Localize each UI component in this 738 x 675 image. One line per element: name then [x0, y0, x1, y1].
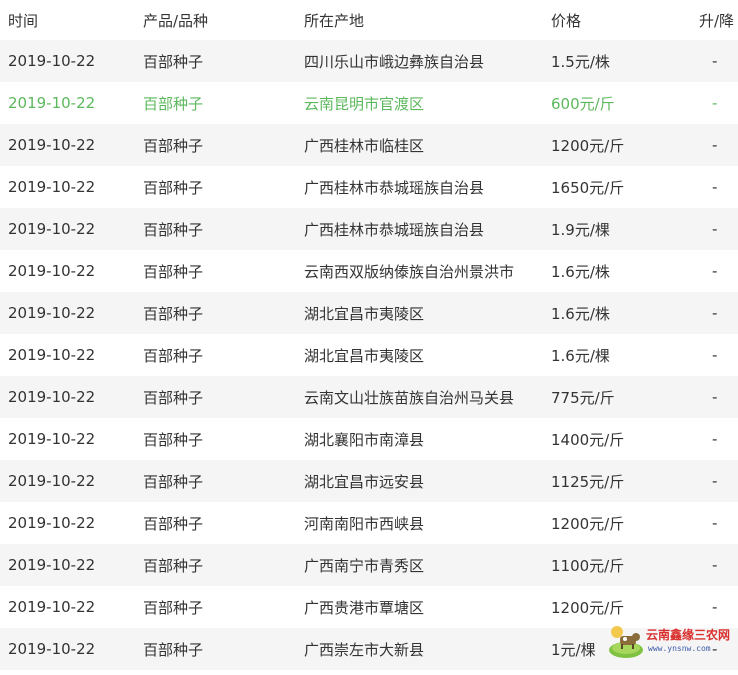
- row-time: 2019-10-22: [8, 556, 96, 574]
- row-location: 广西贵港市覃塘区: [304, 598, 425, 617]
- row-change: -: [712, 556, 718, 574]
- row-location: 湖北宜昌市夷陵区: [304, 304, 425, 323]
- row-location: 广西桂林市恭城瑶族自治县: [304, 178, 485, 197]
- row-change: -: [712, 388, 718, 406]
- table-header: 时间 产品/品种 所在产地 价格 升/降: [0, 0, 738, 40]
- row-change: -: [712, 178, 718, 196]
- row-change: -: [712, 94, 718, 112]
- row-price: 1.9元/棵: [551, 220, 610, 239]
- row-location: 广西南宁市青秀区: [304, 556, 425, 575]
- row-time: 2019-10-22: [8, 136, 96, 154]
- row-time: 2019-10-22: [8, 220, 96, 238]
- row-change: -: [712, 262, 718, 280]
- row-product: 百部种子: [143, 52, 204, 71]
- row-location: 广西桂林市恭城瑶族自治县: [304, 220, 485, 239]
- row-change: -: [712, 220, 718, 238]
- header-time: 时间: [8, 11, 39, 30]
- row-product: 百部种子: [143, 598, 204, 617]
- table-row[interactable]: 2019-10-22 百部种子 广西桂林市恭城瑶族自治县 1650元/斤 -: [0, 166, 738, 208]
- cow-in-field-logo-icon: [609, 626, 643, 658]
- row-time: 2019-10-22: [8, 94, 96, 112]
- row-location: 湖北宜昌市夷陵区: [304, 346, 425, 365]
- table-row[interactable]: 2019-10-22 百部种子 湖北宜昌市夷陵区 1.6元/株 -: [0, 292, 738, 334]
- header-product: 产品/品种: [143, 11, 209, 30]
- row-change: -: [712, 346, 718, 364]
- row-product: 百部种子: [143, 178, 204, 197]
- row-location: 河南南阳市西峡县: [304, 514, 425, 533]
- row-change: -: [712, 304, 718, 322]
- row-product: 百部种子: [143, 430, 204, 449]
- row-price: 1125元/斤: [551, 472, 625, 491]
- row-product: 百部种子: [143, 304, 204, 323]
- row-price: 1元/棵: [551, 640, 596, 659]
- row-change: -: [712, 430, 718, 448]
- row-product: 百部种子: [143, 640, 204, 659]
- table-row[interactable]: 2019-10-22 百部种子 湖北襄阳市南漳县 1400元/斤 -: [0, 418, 738, 460]
- row-product: 百部种子: [143, 346, 204, 365]
- row-product: 百部种子: [143, 472, 204, 491]
- row-product: 百部种子: [143, 220, 204, 239]
- row-location: 广西桂林市临桂区: [304, 136, 425, 155]
- row-price: 1.6元/株: [551, 262, 610, 281]
- table-row[interactable]: 2019-10-22 百部种子 云南昆明市官渡区 600元/斤 -: [0, 82, 738, 124]
- row-location: 云南西双版纳傣族自治州景洪市: [304, 262, 515, 281]
- row-time: 2019-10-22: [8, 52, 96, 70]
- table-row[interactable]: 2019-10-22 百部种子 广西桂林市恭城瑶族自治县 1.9元/棵 -: [0, 208, 738, 250]
- header-price: 价格: [551, 11, 582, 30]
- row-price: 1200元/斤: [551, 514, 625, 533]
- row-change: -: [712, 136, 718, 154]
- watermark-url: www.ynsnw.com: [648, 644, 711, 653]
- row-product: 百部种子: [143, 514, 204, 533]
- row-location: 云南昆明市官渡区: [304, 94, 425, 113]
- table-row[interactable]: 2019-10-22 百部种子 云南西双版纳傣族自治州景洪市 1.6元/株 -: [0, 250, 738, 292]
- row-price: 1.6元/棵: [551, 346, 610, 365]
- row-price: 1.6元/株: [551, 304, 610, 323]
- row-product: 百部种子: [143, 262, 204, 281]
- row-price: 1100元/斤: [551, 556, 625, 575]
- table-row[interactable]: 2019-10-22 百部种子 河南南阳市西峡县 1200元/斤 -: [0, 502, 738, 544]
- row-price: 1400元/斤: [551, 430, 625, 449]
- row-time: 2019-10-22: [8, 304, 96, 322]
- row-change: -: [712, 472, 718, 490]
- row-product: 百部种子: [143, 388, 204, 407]
- row-price: 1650元/斤: [551, 178, 625, 197]
- row-price: 600元/斤: [551, 94, 615, 113]
- row-location: 广西崇左市大新县: [304, 640, 425, 659]
- header-location: 所在产地: [304, 11, 365, 30]
- row-location: 云南文山壮族苗族自治州马关县: [304, 388, 515, 407]
- row-product: 百部种子: [143, 94, 204, 113]
- table-row[interactable]: 2019-10-22 百部种子 云南文山壮族苗族自治州马关县 775元/斤 -: [0, 376, 738, 418]
- row-time: 2019-10-22: [8, 388, 96, 406]
- row-time: 2019-10-22: [8, 178, 96, 196]
- table-row[interactable]: 2019-10-22 百部种子 广西南宁市青秀区 1100元/斤 -: [0, 544, 738, 586]
- row-change: -: [712, 514, 718, 532]
- table-body: 2019-10-22 百部种子 四川乐山市峨边彝族自治县 1.5元/株 -2019-10…: [0, 40, 738, 670]
- row-time: 2019-10-22: [8, 598, 96, 616]
- row-location: 湖北宜昌市远安县: [304, 472, 425, 491]
- row-product: 百部种子: [143, 136, 204, 155]
- table-row[interactable]: 2019-10-22 百部种子 四川乐山市峨边彝族自治县 1.5元/株 -: [0, 40, 738, 82]
- price-table: 时间 产品/品种 所在产地 价格 升/降 2019-10-22 百部种子 四川乐山市…: [0, 0, 738, 670]
- row-time: 2019-10-22: [8, 640, 96, 658]
- row-time: 2019-10-22: [8, 430, 96, 448]
- table-row[interactable]: 2019-10-22 百部种子 湖北宜昌市远安县 1125元/斤 -: [0, 460, 738, 502]
- row-price: 775元/斤: [551, 388, 615, 407]
- row-time: 2019-10-22: [8, 346, 96, 364]
- table-row[interactable]: 2019-10-22 百部种子 湖北宜昌市夷陵区 1.6元/棵 -: [0, 334, 738, 376]
- row-price: 1200元/斤: [551, 136, 625, 155]
- row-time: 2019-10-22: [8, 472, 96, 490]
- row-time: 2019-10-22: [8, 514, 96, 532]
- row-product: 百部种子: [143, 556, 204, 575]
- row-change: -: [712, 52, 718, 70]
- row-location: 湖北襄阳市南漳县: [304, 430, 425, 449]
- table-row[interactable]: 2019-10-22 百部种子 广西桂林市临桂区 1200元/斤 -: [0, 124, 738, 166]
- site-watermark: 云南鑫缘三农网 www.ynsnw.com: [608, 620, 730, 660]
- header-change: 升/降: [699, 11, 735, 30]
- row-price: 1.5元/株: [551, 52, 610, 71]
- row-location: 四川乐山市峨边彝族自治县: [304, 52, 485, 71]
- watermark-title: 云南鑫缘三农网: [646, 628, 731, 642]
- row-time: 2019-10-22: [8, 262, 96, 280]
